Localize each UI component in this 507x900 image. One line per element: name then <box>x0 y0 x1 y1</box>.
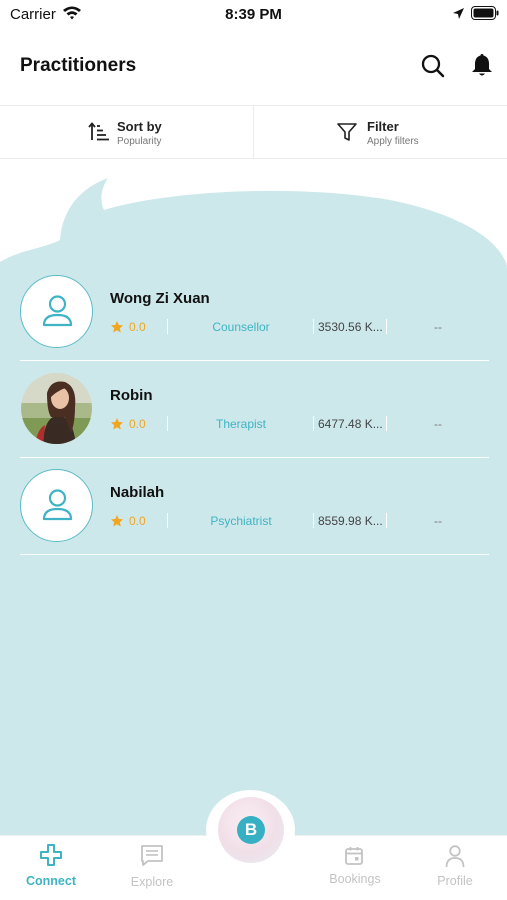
nav-profile[interactable]: Profile <box>410 836 500 900</box>
nav-bookings[interactable]: Bookings <box>310 836 400 900</box>
practitioner-row[interactable]: Wong Zi Xuan 0.0 Counsellor 3530.56 K...… <box>20 264 489 361</box>
person-icon <box>42 295 73 327</box>
star-icon <box>110 417 124 436</box>
filter-title: Filter <box>367 119 399 134</box>
nav-label: Connect <box>26 874 76 888</box>
location-arrow-icon <box>452 7 465 25</box>
divider <box>386 513 387 528</box>
divider <box>167 513 168 528</box>
profile-photo <box>21 373 92 444</box>
extra-value: -- <box>434 417 442 431</box>
divider <box>313 416 314 431</box>
practitioner-role: Therapist <box>215 417 267 431</box>
nav-label: Bookings <box>329 872 381 886</box>
center-home-button[interactable]: B <box>218 797 284 863</box>
practitioner-row[interactable]: Nabilah 0.0 Psychiatrist 8559.98 K... -- <box>20 458 489 555</box>
page-title: Practitioners <box>20 55 137 76</box>
avatar <box>20 469 93 542</box>
extra-value: -- <box>434 514 442 528</box>
status-bar: Carrier 8:39 PM <box>0 0 507 30</box>
notifications-button[interactable] <box>468 51 496 79</box>
divider <box>167 416 168 431</box>
avatar-photo <box>20 372 93 445</box>
practitioner-name: Nabilah <box>110 484 165 501</box>
distance-value: 6477.48 K... <box>318 417 383 431</box>
practitioner-name: Wong Zi Xuan <box>110 290 210 307</box>
sort-ascending-icon <box>88 121 110 148</box>
bell-icon <box>472 54 492 76</box>
battery-icon <box>471 6 499 25</box>
sort-title: Sort by <box>117 119 162 134</box>
star-icon <box>110 514 124 533</box>
rating-value: 0.0 <box>129 514 146 528</box>
rating-value: 0.0 <box>129 417 146 431</box>
person-icon <box>42 489 73 521</box>
divider <box>167 319 168 334</box>
brand-logo: B <box>237 816 265 844</box>
sort-subtitle: Popularity <box>117 136 162 147</box>
search-button[interactable] <box>419 52 447 80</box>
star-icon <box>110 320 124 339</box>
divider <box>386 416 387 431</box>
avatar <box>20 275 93 348</box>
extra-value: -- <box>434 320 442 334</box>
nav-connect[interactable]: Connect <box>6 836 96 900</box>
chat-icon <box>140 844 164 873</box>
nav-label: Explore <box>130 875 174 889</box>
funnel-icon <box>336 121 358 148</box>
filter-button[interactable]: Filter Apply filters <box>254 106 507 159</box>
divider <box>386 319 387 334</box>
rating-value: 0.0 <box>129 320 146 334</box>
distance-value: 3530.56 K... <box>318 320 383 334</box>
sort-button[interactable]: Sort by Popularity <box>0 106 254 159</box>
divider <box>313 513 314 528</box>
practitioner-role: Psychiatrist <box>210 514 272 528</box>
practitioner-name: Robin <box>110 387 153 404</box>
practitioner-role: Counsellor <box>212 320 270 334</box>
nav-label: Profile <box>437 874 473 888</box>
nav-explore[interactable]: Explore <box>107 836 197 900</box>
search-icon <box>421 54 445 78</box>
filter-subtitle: Apply filters <box>367 136 419 147</box>
list-controls: Sort by Popularity Filter Apply filters <box>0 106 507 159</box>
practitioner-row[interactable]: Robin 0.0 Therapist 6477.48 K... -- <box>20 361 489 458</box>
plus-icon <box>40 844 62 871</box>
status-time: 8:39 PM <box>225 6 282 23</box>
app-header: Practitioners <box>0 30 507 106</box>
calendar-icon <box>343 845 365 872</box>
person-icon <box>444 844 466 873</box>
divider <box>313 319 314 334</box>
distance-value: 8559.98 K... <box>318 514 383 528</box>
